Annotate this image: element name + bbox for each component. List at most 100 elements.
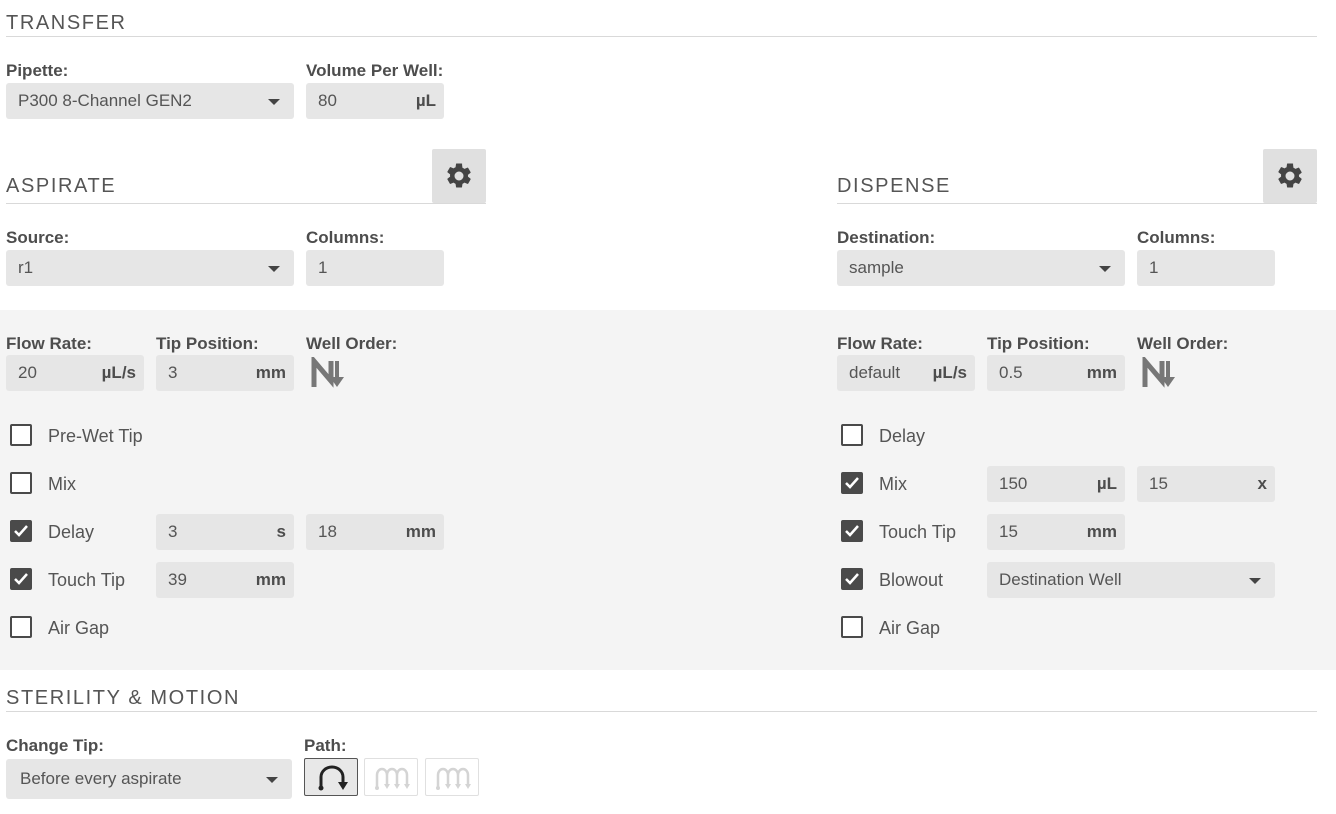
dispense-delay-label: Delay <box>879 426 926 446</box>
checkmark-icon <box>845 477 859 489</box>
dispense-settings-button[interactable] <box>1263 149 1317 203</box>
pipette-label: Pipette: <box>6 61 69 80</box>
volume-unit: µL <box>415 91 436 110</box>
dispense-mix-times-unit: x <box>1257 474 1267 493</box>
source-select[interactable]: r1 <box>6 250 294 286</box>
dispense-touch-tip-unit: mm <box>1086 522 1117 541</box>
path-single-icon <box>318 765 348 791</box>
path-label: Path: <box>304 736 347 755</box>
aspirate-delay-mm-input[interactable]: 18 mm <box>306 514 444 550</box>
aspirate-delay-label: Delay <box>48 522 95 542</box>
aspirate-touch-tip-unit: mm <box>255 570 286 589</box>
dispense-tip-position-value: 0.5 <box>999 363 1023 382</box>
aspirate-touch-tip-input[interactable]: 39 mm <box>156 562 294 598</box>
blowout-label: Blowout <box>879 570 944 590</box>
well-order-icon[interactable] <box>1142 357 1180 389</box>
aspirate-air-gap-label: Air Gap <box>48 618 110 638</box>
dispense-flow-rate-input[interactable]: default µL/s <box>837 355 975 391</box>
sterility-divider <box>6 711 1317 712</box>
dispense-tip-position-input[interactable]: 0.5 mm <box>987 355 1125 391</box>
source-value: r1 <box>18 258 34 277</box>
blowout-location-value: Destination Well <box>999 570 1122 589</box>
dispense-touch-tip-checkbox[interactable] <box>841 520 863 542</box>
dispense-air-gap-checkbox[interactable] <box>841 616 863 638</box>
dispense-mix-volume-value: 150 <box>999 474 1028 493</box>
dispense-mix-volume-input[interactable]: 150 µL <box>987 466 1125 502</box>
pre-wet-tip-checkbox[interactable] <box>10 424 32 446</box>
destination-select[interactable]: sample <box>837 250 1125 286</box>
dispense-mix-checkbox[interactable] <box>841 472 863 494</box>
aspirate-settings-button[interactable] <box>432 149 486 203</box>
aspirate-delay-seconds-value: 3 <box>168 522 178 541</box>
aspirate-divider <box>6 203 486 204</box>
aspirate-columns-value: 1 <box>318 258 328 277</box>
dispense-columns-label: Columns: <box>1137 228 1216 247</box>
aspirate-delay-mm-value: 18 <box>318 522 337 541</box>
gear-icon <box>1278 163 1302 188</box>
aspirate-delay-checkbox[interactable] <box>10 520 32 542</box>
aspirate-tip-position-input[interactable]: 3 mm <box>156 355 294 391</box>
path-multi-dispense-button[interactable] <box>425 758 479 796</box>
volume-label: Volume Per Well: <box>306 61 444 80</box>
dispense-touch-tip-label: Touch Tip <box>879 522 957 542</box>
aspirate-mix-checkbox[interactable] <box>10 472 32 494</box>
dispense-tip-position-unit: mm <box>1086 363 1117 382</box>
chevron-down-icon <box>1099 266 1111 272</box>
aspirate-well-order-label: Well Order: <box>306 334 398 353</box>
path-multi-dispense-icon <box>436 767 471 790</box>
aspirate-flow-rate-unit: µL/s <box>101 363 136 382</box>
well-order-icon[interactable] <box>311 357 349 389</box>
dispense-columns-input[interactable]: 1 <box>1137 250 1275 286</box>
aspirate-delay-seconds-input[interactable]: 3 s <box>156 514 294 550</box>
dispense-well-order-label: Well Order: <box>1137 334 1229 353</box>
transfer-title: TRANSFER <box>6 12 127 34</box>
chevron-down-icon <box>1249 578 1261 584</box>
checkmark-icon <box>845 525 859 537</box>
aspirate-columns-label: Columns: <box>306 228 385 247</box>
aspirate-delay-seconds-unit: s <box>276 522 286 541</box>
aspirate-mix-label: Mix <box>48 474 76 494</box>
dispense-flow-rate-unit: µL/s <box>932 363 967 382</box>
dispense-delay-checkbox[interactable] <box>841 424 863 446</box>
aspirate-flow-rate-label: Flow Rate: <box>6 334 92 353</box>
aspirate-flow-rate-input[interactable]: 20 µL/s <box>6 355 144 391</box>
dispense-mix-volume-unit: µL <box>1096 474 1117 493</box>
pipette-value: P300 8-Channel GEN2 <box>18 91 192 110</box>
dispense-touch-tip-input[interactable]: 15 mm <box>987 514 1125 550</box>
path-single-button[interactable] <box>304 758 358 796</box>
dispense-mix-times-input[interactable]: 15 x <box>1137 466 1275 502</box>
destination-value: sample <box>849 258 904 277</box>
dispense-mix-times-value: 15 <box>1149 474 1168 493</box>
blowout-checkbox[interactable] <box>841 568 863 590</box>
pipette-select[interactable]: P300 8-Channel GEN2 <box>6 83 294 119</box>
chevron-down-icon <box>266 777 278 783</box>
dispense-flow-rate-label: Flow Rate: <box>837 334 923 353</box>
aspirate-air-gap-checkbox[interactable] <box>10 616 32 638</box>
volume-value: 80 <box>318 91 337 110</box>
aspirate-tip-position-label: Tip Position: <box>156 334 259 353</box>
dispense-flow-rate-value: default <box>849 363 901 382</box>
dispense-mix-label: Mix <box>879 474 907 494</box>
aspirate-columns-input[interactable]: 1 <box>306 250 444 286</box>
aspirate-touch-tip-label: Touch Tip <box>48 570 126 590</box>
dispense-title: DISPENSE <box>837 175 951 197</box>
chevron-down-icon <box>268 99 280 105</box>
change-tip-select[interactable]: Before every aspirate <box>6 759 292 799</box>
aspirate-delay-mm-unit: mm <box>405 522 436 541</box>
pre-wet-tip-label: Pre-Wet Tip <box>48 426 143 446</box>
aspirate-tip-position-unit: mm <box>255 363 286 382</box>
sterility-title: STERILITY & MOTION <box>6 687 241 709</box>
dispense-divider <box>837 203 1317 204</box>
blowout-location-select[interactable]: Destination Well <box>987 562 1275 598</box>
aspirate-touch-tip-value: 39 <box>168 570 187 589</box>
path-multi-aspirate-button[interactable] <box>364 758 418 796</box>
volume-input[interactable]: 80 µL <box>306 83 444 119</box>
aspirate-touch-tip-checkbox[interactable] <box>10 568 32 590</box>
path-multi-aspirate-icon <box>375 767 410 790</box>
dispense-tip-position-label: Tip Position: <box>987 334 1090 353</box>
aspirate-tip-position-value: 3 <box>168 363 178 382</box>
gear-icon <box>447 163 471 188</box>
dispense-columns-value: 1 <box>1149 258 1159 277</box>
dispense-touch-tip-value: 15 <box>999 522 1018 541</box>
source-label: Source: <box>6 228 70 247</box>
